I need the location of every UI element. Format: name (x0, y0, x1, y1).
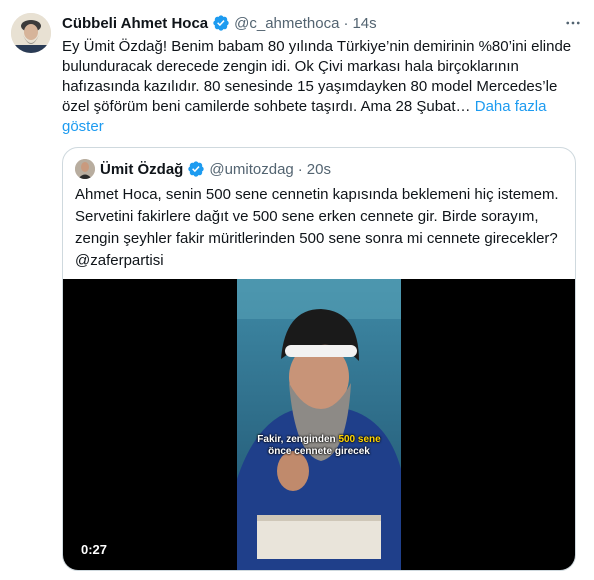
video-caption: Fakir, zenginden 500 sene önce cennete g… (237, 434, 401, 458)
more-horizontal-icon[interactable] (562, 12, 584, 34)
verified-badge-icon (212, 14, 230, 32)
tweet[interactable]: Cübbeli Ahmet Hoca @c_ahmethoca · 14s Ey… (0, 0, 594, 580)
quoted-author-avatar (75, 159, 95, 179)
author-name[interactable]: Cübbeli Ahmet Hoca (62, 15, 208, 32)
quoted-author-handle: @umitozdag (209, 160, 294, 178)
tweet-text: Ey Ümit Özdağ! Benim babam 80 yılında Tü… (62, 37, 580, 137)
video-player[interactable]: Fakir, zenginden 500 sene önce cennete g… (63, 279, 575, 570)
separator-dot: · (343, 14, 349, 32)
separator-dot: · (297, 160, 303, 178)
verified-badge-icon (187, 160, 205, 178)
author-avatar[interactable] (11, 13, 51, 53)
quoted-author-name: Ümit Özdağ (100, 160, 184, 178)
video-frame: Fakir, zenginden 500 sene önce cennete g… (237, 279, 401, 570)
quoted-tweet[interactable]: Ümit Özdağ @umitozdag · 20s Ahmet Hoca, … (62, 147, 576, 571)
video-duration: 0:27 (81, 542, 108, 557)
quoted-tweet-header: Ümit Özdağ @umitozdag · 20s (75, 159, 331, 179)
quoted-timestamp: 20s (306, 160, 331, 178)
caption-text: Fakir, zenginden (257, 434, 336, 445)
quoted-tweet-text: Ahmet Hoca, senin 500 sene cennetin kapı… (75, 186, 559, 269)
tweet-header: Cübbeli Ahmet Hoca @c_ahmethoca · 14s (62, 13, 377, 33)
caption-text-line2: önce cennete girecek (268, 446, 370, 457)
author-handle[interactable]: @c_ahmethoca (234, 15, 339, 32)
timestamp[interactable]: 14s (352, 15, 376, 32)
caption-highlight: 500 sene (338, 434, 381, 445)
